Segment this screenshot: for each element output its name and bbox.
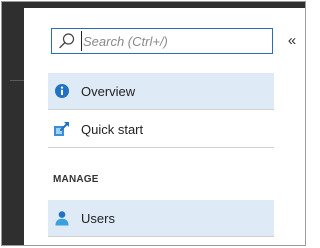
window-frame: « Overview Quic: [1, 1, 306, 246]
divider: [48, 109, 274, 110]
sidebar-divider: [10, 80, 24, 81]
nav-item-label: Overview: [81, 83, 136, 99]
quickstart-icon: [53, 120, 71, 138]
info-icon: [53, 82, 71, 100]
nav-item-label: Quick start: [81, 121, 144, 137]
navigation-panel: « Overview Quic: [24, 8, 305, 245]
search-box[interactable]: [51, 28, 273, 54]
search-icon: [57, 31, 77, 51]
nav-item-overview[interactable]: Overview: [48, 73, 274, 109]
collapse-menu-button[interactable]: «: [283, 31, 301, 51]
section-heading-manage: MANAGE: [53, 174, 99, 185]
nav-item-users[interactable]: Users: [48, 200, 274, 236]
left-sidebar-strip: [2, 2, 24, 245]
nav-item-label: Users: [81, 210, 115, 226]
search-input[interactable]: [81, 31, 263, 51]
divider: [48, 147, 274, 148]
user-icon: [53, 209, 71, 227]
nav-item-quick-start[interactable]: Quick start: [48, 111, 274, 147]
divider: [48, 236, 274, 237]
